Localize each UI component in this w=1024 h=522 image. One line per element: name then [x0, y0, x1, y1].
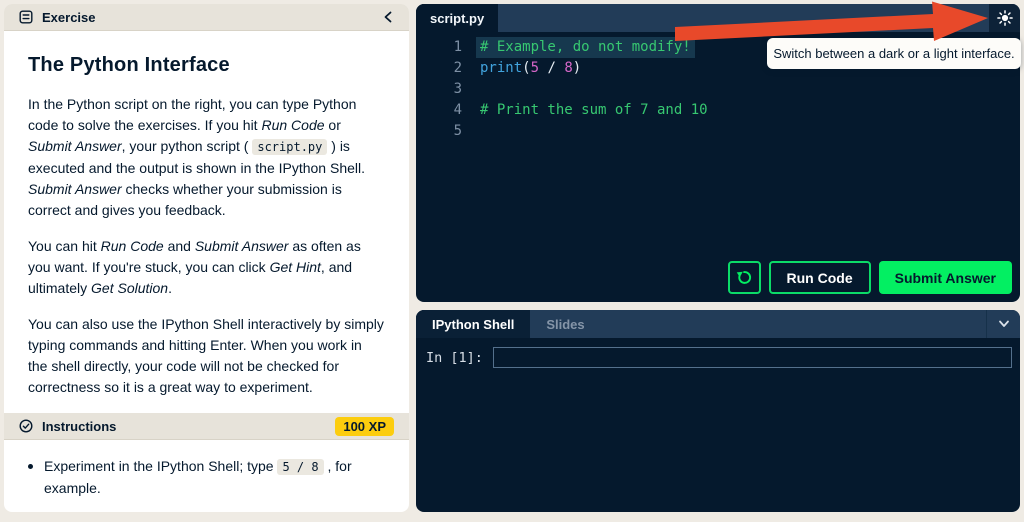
exercise-paragraphs: In the Python script on the right, you c… [28, 94, 385, 398]
console-prompt-row: In [1]: [416, 338, 1020, 368]
exercise-content: The Python Interface In the Python scrip… [4, 31, 409, 398]
check-circle-icon [19, 419, 33, 433]
exercise-header: Exercise [4, 4, 409, 31]
code-line: 5 [416, 121, 1020, 142]
instructions-list: Experiment in the IPython Shell; type 5 … [4, 440, 409, 512]
instructions-header: Instructions 100 XP [4, 413, 409, 440]
exercise-paragraph: You can hit Run Code and Submit Answer a… [28, 236, 385, 299]
sun-icon [997, 10, 1013, 26]
submit-answer-button[interactable]: Submit Answer [879, 261, 1012, 294]
line-number: 1 [416, 37, 462, 58]
console-input[interactable] [493, 347, 1012, 368]
chevron-left-icon [382, 10, 394, 24]
exercise-paragraph: In the Python script on the right, you c… [28, 94, 385, 221]
console-panel: IPython ShellSlides In [1]: [416, 310, 1020, 512]
instruction-item: Experiment in the IPython Shell; type 5 … [28, 456, 385, 499]
console-tabs: IPython ShellSlides [416, 310, 601, 338]
instructions-label: Instructions [42, 419, 116, 434]
code-line: 4# Print the sum of 7 and 10 [416, 100, 1020, 121]
tab-slides[interactable]: Slides [530, 310, 600, 338]
bullet-dot [28, 464, 33, 469]
line-number: 4 [416, 100, 462, 121]
editor-tab-bar: script.py [416, 4, 1020, 32]
tab-script-py[interactable]: script.py [416, 4, 498, 32]
reset-code-button[interactable] [728, 261, 761, 294]
exercise-panel: Exercise The Python Interface In the Pyt… [4, 4, 409, 512]
page: Exercise The Python Interface In the Pyt… [0, 0, 1024, 522]
code-line: 3 [416, 79, 1020, 100]
console-tab-bar: IPython ShellSlides [416, 310, 1020, 338]
line-number: 2 [416, 58, 462, 79]
console-prompt: In [1]: [426, 350, 483, 366]
theme-toggle-button[interactable] [989, 4, 1020, 32]
tab-ipython-shell[interactable]: IPython Shell [416, 310, 530, 338]
rotate-ccw-icon [736, 269, 753, 286]
theme-tooltip: Switch between a dark or a light interfa… [767, 38, 1021, 69]
exercise-paragraph: You can also use the IPython Shell inter… [28, 314, 385, 398]
collapse-exercise-button[interactable] [382, 10, 394, 24]
line-number: 5 [416, 121, 462, 142]
collapse-console-button[interactable] [986, 310, 1020, 338]
exercise-header-label: Exercise [42, 10, 96, 25]
run-code-button[interactable]: Run Code [769, 261, 871, 294]
line-number: 3 [416, 79, 462, 100]
chevron-down-icon [997, 318, 1011, 330]
exercise-note-icon [19, 10, 33, 24]
exercise-title: The Python Interface [28, 54, 385, 77]
editor-actions: Run Code Submit Answer [728, 261, 1013, 294]
xp-badge: 100 XP [335, 417, 394, 436]
